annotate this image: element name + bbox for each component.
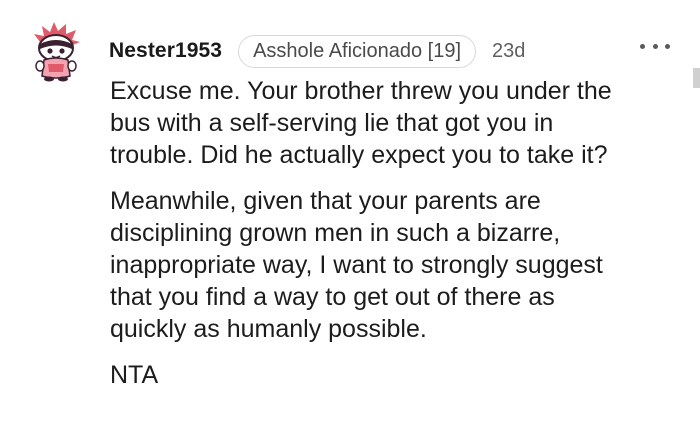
user-flair: Asshole Aficionado [19]: [238, 34, 477, 68]
more-dot: [640, 43, 645, 49]
comment-card: Nester1953 Asshole Aficionado [19] 23d E…: [0, 0, 700, 425]
comment-paragraph: NTA: [110, 361, 159, 390]
more-dot: [652, 43, 658, 49]
snoo-avatar-icon[interactable]: [30, 20, 86, 82]
more-options-icon[interactable]: [640, 36, 670, 56]
comment-header: Nester1953 Asshole Aficionado [19] 23d: [109, 34, 525, 68]
author-username[interactable]: Nester1953: [109, 39, 222, 63]
scrollbar-thumb[interactable]: [693, 68, 700, 88]
more-dot: [665, 43, 670, 49]
comment-body: Excuse me. Your brother threw you under …: [110, 76, 670, 407]
comment-paragraph: Meanwhile, given that your parents are d…: [110, 187, 603, 343]
comment-age: 23d: [492, 39, 526, 62]
comment-paragraph: Excuse me. Your brother threw you under …: [110, 77, 612, 169]
